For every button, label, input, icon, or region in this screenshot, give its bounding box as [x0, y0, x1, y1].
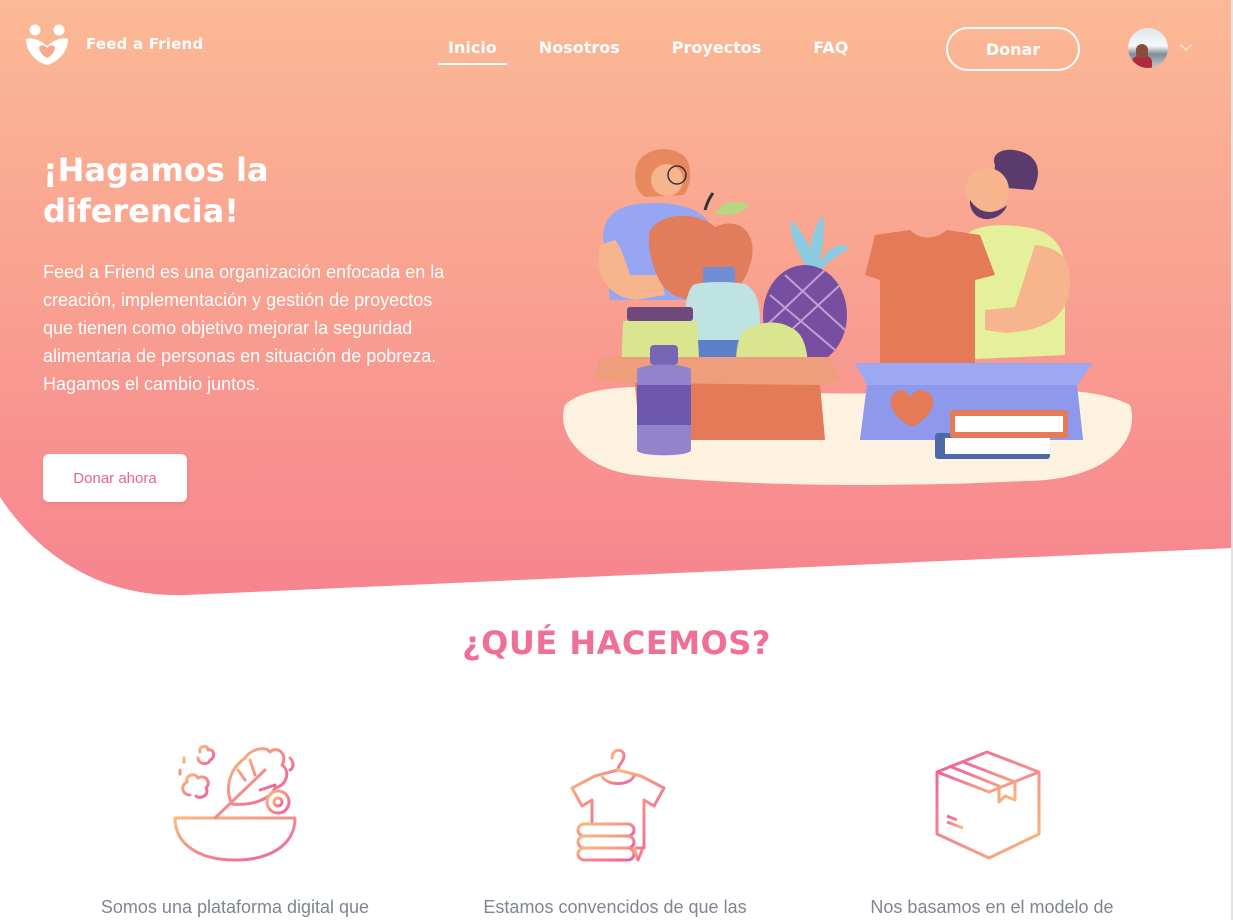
- feature-card-2: Estamos convencidos de que las: [465, 740, 765, 919]
- feature-text-3: Nos basamos en el modelo de: [870, 897, 1114, 917]
- avatar-face: [1136, 44, 1148, 58]
- feature-card-3: Nos basamos en el modelo de: [842, 740, 1142, 919]
- nav-link-proyectos[interactable]: Proyectos: [662, 36, 772, 65]
- books-shape: [935, 410, 1068, 459]
- nav-link-inicio[interactable]: Inicio: [438, 36, 507, 65]
- chevron-down-icon[interactable]: [1180, 44, 1192, 52]
- box-icon: [935, 750, 1041, 860]
- donate-now-button[interactable]: Donar ahora: [43, 454, 187, 502]
- feature-text-1: Somos una plataforma digital que: [100, 897, 370, 917]
- nav-link-faq[interactable]: FAQ: [803, 36, 858, 65]
- section-title: ¿QUÉ HACEMOS?: [462, 624, 771, 662]
- top-navbar: Feed a Friend Inicio Nosotros Proyectos …: [0, 0, 1233, 95]
- hero-title: ¡Hagamos la diferencia!: [43, 151, 269, 230]
- donate-button[interactable]: Donar: [946, 27, 1080, 71]
- brand-name: Feed a Friend: [86, 35, 204, 53]
- feature-card-1: Somos una plataforma digital que: [85, 740, 385, 919]
- clothes-icon: [570, 748, 666, 862]
- brand-logo[interactable]: Feed a Friend: [24, 22, 203, 66]
- feature-text-2: Estamos convencidos de que las: [483, 897, 747, 917]
- salad-bowl-icon: [173, 744, 297, 862]
- feed-a-friend-logo-icon: [26, 24, 68, 65]
- hero-description: Feed a Friend es una organización enfoca…: [43, 262, 445, 394]
- main-nav: Inicio Nosotros Proyectos FAQ: [438, 36, 890, 65]
- user-menu[interactable]: [1128, 28, 1192, 68]
- donation-illustration: [563, 149, 1133, 485]
- user-avatar[interactable]: [1128, 28, 1168, 68]
- nav-link-nosotros[interactable]: Nosotros: [529, 36, 630, 65]
